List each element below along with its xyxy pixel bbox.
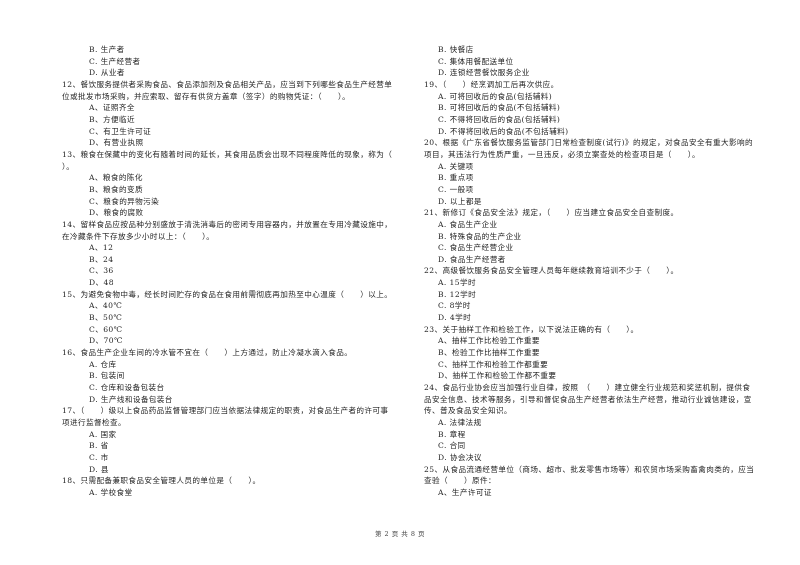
answer-option: A、证照齐全 xyxy=(89,103,135,113)
question-text-line: ）。 xyxy=(62,161,75,171)
answer-option: C. 仓库和设备包装台 xyxy=(89,383,165,393)
answer-option: B、检验工作比抽样工作重要 xyxy=(438,348,540,358)
question-text-line: 16、食品生产企业车间的冷水管不宜在（ ）上方通过，防止冷凝水滴入食品。 xyxy=(62,348,353,358)
question-text-line: 传、普及食品安全知识。 xyxy=(424,406,512,416)
question-text-line: 22、高级餐饮服务食品安全管理人员每年继续教育培训不少于（ ）。 xyxy=(424,266,679,276)
answer-option: A. 法律法规 xyxy=(438,418,482,427)
question-text-line: 12、餐饮服务提供者采购食品、食品添加剂及食品相关产品，应当到下列哪些食品生产经… xyxy=(62,79,393,89)
answer-option: D、有营业执照 xyxy=(89,138,144,148)
answer-option: D. 以上都是 xyxy=(438,196,482,206)
answer-option: C. 8学时 xyxy=(438,301,471,311)
question-text-line: 25、从食品流通经营单位（商场、超市、批发零售市场等）和农贸市场采购畜禽肉类的，… xyxy=(424,464,755,474)
answer-option: D、70℃ xyxy=(89,336,123,346)
answer-option: B. 省 xyxy=(89,441,109,451)
answer-option: B、24 xyxy=(89,254,114,264)
answer-option: C. 合同 xyxy=(438,441,466,451)
answer-option: C. 集体用餐配送单位 xyxy=(438,56,514,66)
answer-option: D、抽样工作和检验工作都不重要 xyxy=(438,371,557,381)
answer-option: C、有卫生许可证 xyxy=(89,126,152,136)
answer-option: D、粮食的腐败 xyxy=(89,208,144,218)
answer-option: B、50℃ xyxy=(89,313,123,323)
question-text-line: 17、（ ）级以上食品药品监督管理部门应当依据法律规定的职责，对食品生产者的许可… xyxy=(62,406,389,416)
answer-option: A、粮食的陈化 xyxy=(89,173,143,183)
page-footer: 第 2 页 共 8 页 xyxy=(374,530,426,538)
answer-option: C. 食品生产经营企业 xyxy=(438,243,514,253)
answer-option: C. 一般项 xyxy=(438,184,474,194)
question-text-line: 24、食品行业协会应当加强行业自律，按照 （ ）建立健全行业规范和奖惩机制，提供… xyxy=(424,383,751,393)
answer-option: B. 生产者 xyxy=(89,45,125,54)
answer-option: D. 县 xyxy=(89,464,109,474)
right-column: B. 快餐店 C. 集体用餐配送单位 D. 连锁经营餐饮服务企业 19、（ ）经烹调加… xyxy=(424,44,769,499)
answer-option: D. 食品生产经营者 xyxy=(438,254,506,264)
question-text-line: 13、粮食在保藏中的变化有随着时间的延长，其食用品质会出现不同程度降低的现象，称… xyxy=(62,149,393,159)
answer-option: A、12 xyxy=(89,243,114,253)
answer-option: A. 国家 xyxy=(89,429,117,439)
answer-option: C、抽样工作和检验工作都重要 xyxy=(438,359,549,369)
answer-option: A、抽样工作比检验工作重要 xyxy=(438,336,540,346)
answer-option: A、40℃ xyxy=(89,301,123,311)
question-text-line: 19、（ ）经烹调加工后再次供应。 xyxy=(424,79,559,89)
answer-option: D. 协会决议 xyxy=(438,452,482,462)
answer-option: A. 15学时 xyxy=(438,278,476,288)
question-text-line: 23、关于抽样工作和检验工作，以下说法正确的有（ ）。 xyxy=(424,324,639,334)
answer-option: C. 不得将回收后的食品(包括辅料) xyxy=(438,114,561,124)
answer-option: B. 12学时 xyxy=(438,289,477,299)
answer-option: C. 生产经营者 xyxy=(89,56,141,66)
answer-option: C、60℃ xyxy=(89,324,123,334)
question-text-line: 项进行监督检查。 xyxy=(62,418,126,427)
answer-option: D. 从业者 xyxy=(89,68,125,78)
answer-option: A. 可将回收后的食品(包括辅料) xyxy=(438,91,553,101)
question-text-line: 位或批发市场采购，并应索取、留存有供货方盖章（签字）的购物凭证：（ ）。 xyxy=(62,91,351,101)
answer-option: A、生产许可证 xyxy=(438,487,492,497)
question-text-line: 项目，其违法行为性质严重，一旦违反，必须立案查处的检查项目是（ ）。 xyxy=(424,149,700,159)
question-text-line: 15、为避免食物中毒，经长时间贮存的食品在食用前需彻底再加热至中心温度（ ）以上… xyxy=(62,289,393,299)
answer-option: A. 关键项 xyxy=(438,161,474,171)
answer-option: A. 仓库 xyxy=(89,359,117,369)
answer-option: B. 快餐店 xyxy=(438,45,474,54)
answer-option: B、粮食的变质 xyxy=(89,184,143,194)
answer-option: B、方便临近 xyxy=(89,114,135,124)
answer-option: C、粮食的异物污染 xyxy=(89,196,160,206)
answer-option: D. 4学时 xyxy=(438,313,472,323)
answer-option: D. 生产线和设备包装台 xyxy=(89,394,173,404)
answer-option: B. 章程 xyxy=(438,429,466,439)
answer-option: D. 连锁经营餐饮服务企业 xyxy=(438,68,530,78)
question-text-line: 21、新修订《食品安全法》规定，（ ）应当建立食品安全自查制度。 xyxy=(424,208,679,218)
answer-option: A. 食品生产企业 xyxy=(438,219,498,229)
answer-option: D. 不得将回收后的食品(不包括辅料) xyxy=(438,126,569,136)
question-text-line: 品安全信息、技术等服务，引导和督促食品生产经营者依法生产经营，推动行业诚信建设，… xyxy=(424,394,752,404)
question-text-line: 18、只需配备兼职食品安全管理人员的单位是（ ）。 xyxy=(62,476,261,486)
answer-option: B. 重点项 xyxy=(438,173,474,183)
answer-option: A. 学校食堂 xyxy=(89,487,133,497)
question-text-line: 14、留样食品应按品种分别盛放于清洗消毒后的密闭专用容器内，并放置在专用冷藏设施… xyxy=(62,219,393,229)
answer-option: B. 包装间 xyxy=(89,371,125,381)
answer-option: D、48 xyxy=(89,278,114,288)
answer-option: B. 特殊食品的生产企业 xyxy=(438,231,522,241)
question-text-line: 在冷藏条件下存放多少小时以上：（ ）。 xyxy=(62,231,215,241)
answer-option: C. 市 xyxy=(89,452,109,462)
left-column: B. 生产者 C. 生产经营者 D. 从业者 12、餐饮服务提供者采购食品、食品添加剂… xyxy=(62,44,407,499)
answer-option: B. 可将回收后的食品(不包括辅料) xyxy=(438,103,561,113)
answer-option: C、36 xyxy=(89,266,114,276)
question-text-line: 20、根据《广东省餐饮服务监管部门日常检查制度(试行)》的规定，对食品安全有重大… xyxy=(424,138,753,148)
question-text-line: 查验（ ）原件： xyxy=(424,476,496,486)
